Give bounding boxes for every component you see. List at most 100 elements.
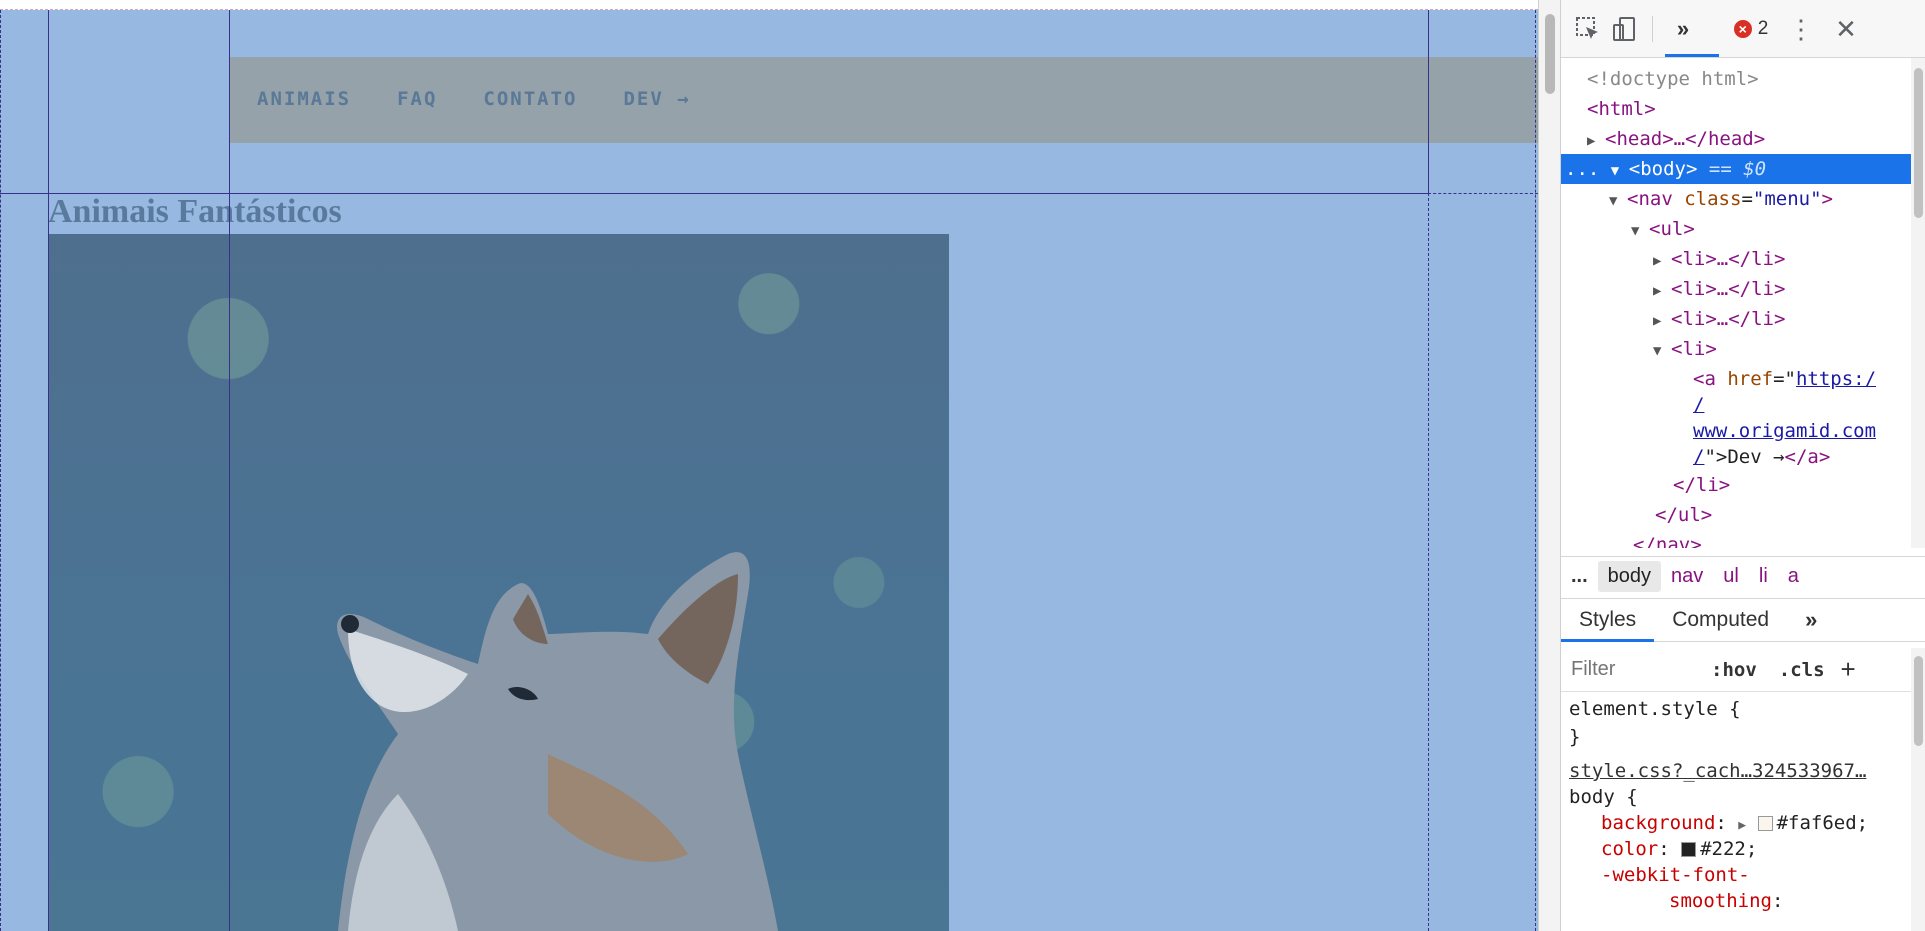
dom-node-li[interactable]: ▶ <li>…</li> (1561, 274, 1911, 304)
dom-node-ul-close[interactable]: </ul> (1561, 500, 1911, 530)
nav-attr-value: "menu" (1752, 188, 1822, 210)
collapse-triangle-icon[interactable]: ▼ (1631, 216, 1649, 246)
color-swatch[interactable] (1757, 816, 1773, 831)
menu-item-faq: FAQ (397, 88, 437, 110)
tab-styles[interactable]: Styles (1561, 598, 1655, 642)
expand-triangle-icon[interactable]: ▶ (1738, 818, 1746, 833)
li-collapsed-tag: <li>…</li> (1671, 278, 1786, 300)
property-value: #222; (1700, 838, 1758, 860)
menu-link-faq[interactable]: FAQ (397, 88, 437, 110)
close-devtools-button[interactable]: ✕ (1831, 14, 1861, 44)
dom-node-body-selected[interactable]: ... ▼ <body> == $0 (1561, 154, 1911, 184)
hov-toggle-button[interactable]: :hov (1703, 659, 1765, 681)
ul-close-tag: </ul> (1655, 504, 1713, 526)
page-scrollbar[interactable] (1539, 0, 1561, 931)
breadcrumb-ul[interactable]: ul (1713, 561, 1749, 592)
li-collapsed-tag: <li>…</li> (1671, 308, 1786, 330)
expand-triangle-icon[interactable]: ▶ (1587, 126, 1605, 156)
css-property-font-smoothing[interactable]: -webkit-font- (1601, 862, 1750, 888)
more-tabs-icon[interactable]: » (1667, 14, 1699, 44)
fox-photo (48, 234, 949, 931)
add-rule-button[interactable]: + (1841, 654, 1856, 685)
dom-node-doctype[interactable]: <!doctype html> (1561, 64, 1911, 94)
dom-node-ul[interactable]: ▼ <ul> (1561, 214, 1911, 244)
href-link-part[interactable]: / (1693, 446, 1704, 468)
dom-tree-scrollbar[interactable] (1911, 58, 1925, 548)
fox-illustration (337, 552, 778, 931)
expand-triangle-icon[interactable]: ▶ (1653, 246, 1671, 276)
doctype-text: <!doctype html> (1587, 68, 1759, 90)
error-count: 2 (1757, 18, 1769, 39)
dom-node-li-close[interactable]: </li> (1561, 470, 1911, 500)
dom-node-li[interactable]: ▶ <li>…</li> (1561, 244, 1911, 274)
menu-item-dev: DEV → (623, 88, 690, 110)
toolbar-separator (1652, 16, 1653, 42)
tab-more[interactable]: » (1787, 598, 1835, 642)
nav-close-tag: </nav> (1633, 534, 1702, 548)
menu-link-dev[interactable]: DEV → (623, 88, 690, 110)
viewport-top-strip (0, 0, 1538, 10)
nav-menu: ANIMAIS FAQ CONTATO DEV → (257, 88, 691, 110)
collapse-triangle-icon[interactable]: ▼ (1653, 336, 1671, 366)
breadcrumb: ... body nav ul li a (1561, 556, 1925, 596)
devtools-pane: » × 2 ⋮ ✕ <!doctype html> <html> ▶ <head>… (1538, 0, 1925, 931)
menu-link-contato[interactable]: CONTATO (483, 88, 577, 110)
guide-line-vertical-dashed (1428, 193, 1429, 931)
dom-node-a-cont: /">Dev →</a> (1693, 446, 1831, 468)
guide-line-vertical-dashed (0, 10, 1, 931)
li-open-tag: <li> (1671, 338, 1717, 360)
device-toolbar-icon-svg (1613, 17, 1635, 41)
dom-node-li[interactable]: ▶ <li>…</li> (1561, 304, 1911, 334)
color-swatch[interactable] (1681, 842, 1697, 857)
expand-triangle-icon[interactable]: ▶ (1653, 306, 1671, 336)
page-scroll-thumb[interactable] (1545, 14, 1555, 94)
breadcrumb-a[interactable]: a (1778, 561, 1809, 592)
dom-node-nav[interactable]: ▼ <nav class="menu"> (1561, 184, 1911, 214)
dom-tree-scroll-thumb[interactable] (1914, 68, 1923, 218)
guide-line-vertical (1428, 10, 1429, 193)
collapse-triangle-icon[interactable]: ▼ (1609, 186, 1627, 216)
dom-node-nav-close[interactable]: </nav> (1561, 530, 1911, 548)
selected-ellipsis[interactable]: ... (1565, 158, 1599, 180)
menu-link-animais[interactable]: ANIMAIS (257, 88, 351, 110)
device-toolbar-icon[interactable] (1609, 14, 1639, 44)
styles-scrollbar[interactable] (1911, 648, 1925, 931)
page-title: Animais Fantásticos (48, 193, 342, 230)
breadcrumb-body[interactable]: body (1597, 561, 1662, 592)
css-property-color[interactable]: color: #222; (1601, 836, 1757, 862)
selected-node-marker: == $0 (1708, 158, 1767, 180)
tab-computed[interactable]: Computed (1654, 598, 1787, 642)
breadcrumb-nav[interactable]: nav (1661, 561, 1713, 592)
element-style-open[interactable]: element.style { (1569, 696, 1741, 722)
styles-filter-input[interactable] (1565, 652, 1697, 687)
styles-tabbar: Styles Computed » (1561, 598, 1925, 642)
property-name: background (1601, 812, 1716, 834)
dom-node-li-expanded[interactable]: ▼ <li> (1561, 334, 1911, 364)
dom-node-head[interactable]: ▶ <head>…</head> (1561, 124, 1911, 154)
styles-scroll-thumb[interactable] (1914, 656, 1923, 746)
href-link-part[interactable]: https:/ (1796, 368, 1876, 390)
href-link-part[interactable]: www.origamid.com (1693, 420, 1876, 442)
href-link-part[interactable]: / (1693, 394, 1704, 416)
css-property-background[interactable]: background: ▶ #faf6ed; (1601, 810, 1868, 836)
breadcrumb-li[interactable]: li (1749, 561, 1778, 592)
element-style-close: } (1569, 726, 1581, 748)
error-counter[interactable]: × 2 (1729, 14, 1773, 44)
dom-node-html[interactable]: <html> (1561, 94, 1911, 124)
breadcrumb-ellipsis[interactable]: ... (1561, 561, 1598, 592)
cls-toggle-button[interactable]: .cls (1771, 659, 1833, 681)
menu-item-contato: CONTATO (483, 88, 577, 110)
collapse-triangle-icon[interactable]: ▼ (1611, 156, 1629, 186)
stylesheet-source-link[interactable]: style.css?_cach…324533967… (1569, 758, 1866, 784)
page-viewport: ANIMAIS FAQ CONTATO DEV → Animais Fantás… (0, 0, 1538, 931)
property-name: -webkit-font- (1601, 864, 1750, 886)
a-text: Dev → (1727, 446, 1785, 468)
expand-triangle-icon[interactable]: ▶ (1653, 276, 1671, 306)
rule-selector[interactable]: body { (1569, 784, 1638, 810)
error-icon: × (1733, 20, 1752, 38)
inspect-element-icon-svg (1576, 17, 1598, 39)
kebab-menu-icon[interactable]: ⋮ (1788, 14, 1814, 44)
fox-nose (341, 615, 359, 633)
html-open-tag: <html> (1587, 98, 1656, 120)
inspect-element-icon[interactable] (1573, 14, 1603, 44)
